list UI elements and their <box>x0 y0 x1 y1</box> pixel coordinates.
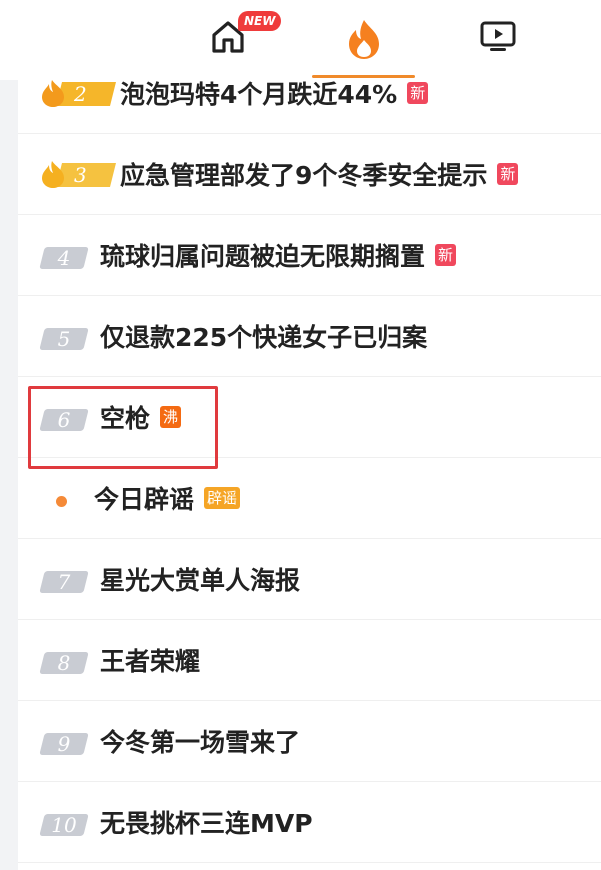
video-icon <box>480 21 516 51</box>
item-title: 泡泡玛特4个月跌近44% 新 <box>120 78 429 112</box>
rumor-tag: 辟谣 <box>204 487 241 509</box>
item-title: 王者荣耀 <box>100 645 200 679</box>
list-item[interactable]: 9 今冬第一场雪来了 <box>18 701 601 782</box>
item-title: 仅退款225个快递女子已归案 <box>100 321 427 355</box>
list-item[interactable]: 2 泡泡玛特4个月跌近44% 新 <box>18 53 601 134</box>
rank-badge: 7 <box>39 570 89 594</box>
item-title: 星光大赏单人海报 <box>100 564 300 598</box>
rank-badge: 4 <box>39 246 89 270</box>
title-text: 星光大赏单人海报 <box>100 566 301 595</box>
item-title: 琉球归属问题被迫无限期搁置新 <box>100 240 457 274</box>
item-title: 应急管理部发了9个冬季安全提示新 <box>120 159 519 193</box>
new-badge: NEW <box>238 11 282 31</box>
rank-badge: 9 <box>39 732 89 756</box>
new-tag: 新 <box>435 244 457 266</box>
highlight-annotation-box <box>28 386 218 469</box>
list-item[interactable]: 8 王者荣耀 <box>18 620 601 701</box>
title-text: 仅退款225个快递女子已归案 <box>100 323 428 352</box>
rank-badge: 10 <box>39 813 89 837</box>
rank-number: 7 <box>57 570 71 594</box>
item-title: 今冬第一场雪来了 <box>100 726 300 760</box>
title-text: 应急管理部发了9个冬季安全提示 <box>120 161 488 190</box>
left-rail <box>0 80 18 870</box>
rank-number: 4 <box>57 246 71 270</box>
new-tag: 新 <box>497 163 519 185</box>
rank-number: 8 <box>57 651 71 675</box>
rank-number: 2 <box>74 82 87 106</box>
title-text: 泡泡玛特4个月跌近44% <box>120 80 398 109</box>
title-text: 王者荣耀 <box>100 647 201 676</box>
rank-number: 5 <box>57 327 71 351</box>
rank-badge: 8 <box>39 651 89 675</box>
list-item[interactable]: 5 仅退款225个快递女子已归案 <box>18 296 601 377</box>
rank-number: 9 <box>57 732 71 756</box>
bullet-dot <box>56 496 67 507</box>
new-tag: 新 <box>407 82 429 104</box>
list-item[interactable]: 今日辟谣 辟谣 <box>18 458 601 539</box>
rank-badge: 5 <box>39 327 89 351</box>
title-text: 无畏挑杯三连MVP <box>100 809 313 838</box>
list-item[interactable]: 3 应急管理部发了9个冬季安全提示新 <box>18 134 601 215</box>
rank-number: 10 <box>51 813 77 837</box>
title-text: 琉球归属问题被迫无限期搁置 <box>100 242 426 271</box>
title-text: 今冬第一场雪来了 <box>100 728 301 757</box>
list-item[interactable]: 7 星光大赏单人海报 <box>18 539 601 620</box>
title-text: 今日辟谣 <box>94 485 195 514</box>
list-item[interactable]: 10 无畏挑杯三连MVP <box>18 782 601 863</box>
rank-number: 3 <box>74 163 87 187</box>
item-title: 无畏挑杯三连MVP <box>100 807 313 841</box>
list-item[interactable]: 4 琉球归属问题被迫无限期搁置新 <box>18 215 601 296</box>
item-title: 今日辟谣 辟谣 <box>94 483 241 517</box>
